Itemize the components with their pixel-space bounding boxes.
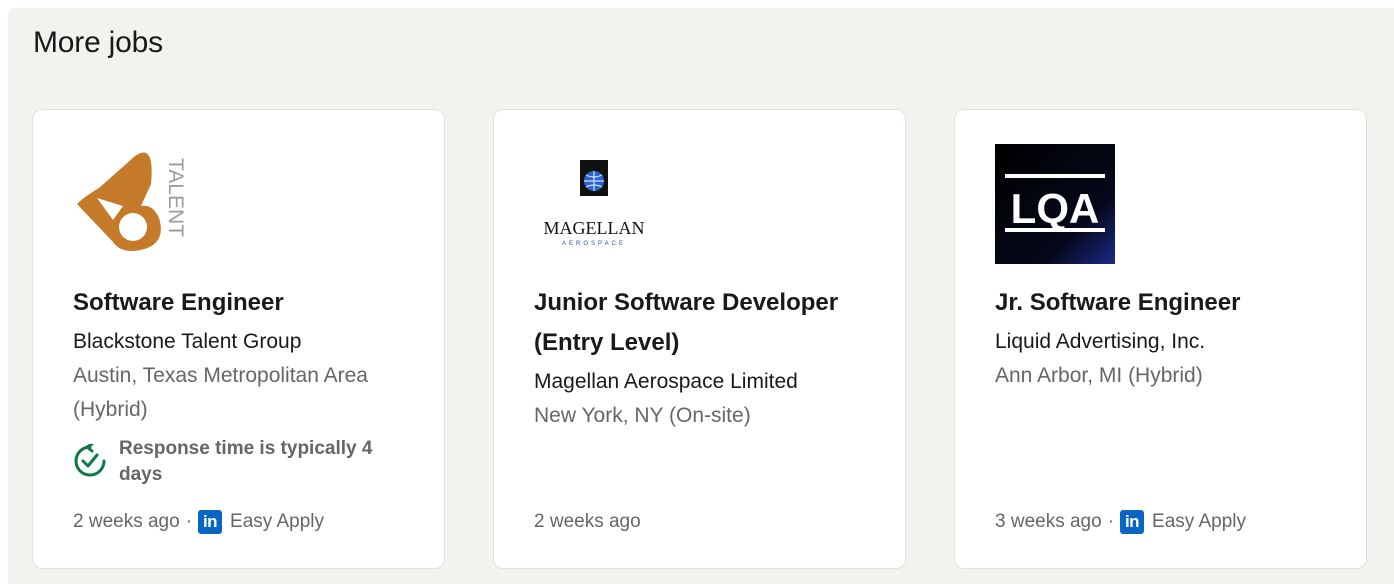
job-location: Austin, Texas Metropolitan Area (Hybrid)	[73, 364, 368, 421]
job-location: New York, NY (On-site)	[534, 404, 751, 427]
insight-text: Response time is typically 4 days	[119, 438, 373, 485]
svg-text:AEROSPACE: AEROSPACE	[562, 241, 626, 247]
linkedin-icon: in	[198, 510, 223, 534]
response-insight: Response time is typically 4 days	[73, 436, 413, 488]
posted-time: 2 weeks ago	[534, 511, 641, 532]
svg-text:LQA: LQA	[1011, 185, 1100, 232]
job-card[interactable]: TALENT Software Engineer Blackstone Tale…	[32, 109, 445, 569]
job-card[interactable]: MAGELLAN AEROSPACE Junior Software Devel…	[493, 109, 906, 569]
more-jobs-section: More jobs TALENT Software Engineer Black…	[8, 8, 1394, 584]
easy-apply-label: Easy Apply	[1152, 511, 1247, 532]
job-footer: 2 weeks ago · in Easy Apply	[73, 507, 324, 537]
svg-text:MAGELLAN: MAGELLAN	[544, 218, 645, 238]
job-footer: 3 weeks ago · in Easy Apply	[995, 507, 1246, 537]
svg-text:TALENT: TALENT	[164, 158, 187, 237]
company-name: Magellan Aerospace Limited	[534, 370, 798, 393]
section-title: More jobs	[33, 26, 163, 59]
posted-time: 3 weeks ago	[995, 511, 1102, 532]
blackstone-talent-logo: TALENT	[73, 144, 193, 264]
job-title[interactable]: Junior Software Developer (Entry Level)	[534, 283, 879, 363]
job-card[interactable]: LQA Jr. Software Engineer Liquid Adverti…	[954, 109, 1367, 569]
job-title[interactable]: Jr. Software Engineer	[995, 283, 1340, 323]
company-name: Liquid Advertising, Inc.	[995, 330, 1206, 353]
separator-dot: ·	[185, 511, 193, 532]
company-name: Blackstone Talent Group	[73, 330, 302, 353]
linkedin-icon: in	[1120, 510, 1145, 534]
lqa-logo: LQA	[995, 144, 1115, 264]
job-location: Ann Arbor, MI (Hybrid)	[995, 364, 1203, 387]
separator-dot: ·	[1107, 511, 1115, 532]
posted-time: 2 weeks ago	[73, 511, 180, 532]
job-title[interactable]: Software Engineer	[73, 283, 418, 323]
magellan-aerospace-logo: MAGELLAN AEROSPACE	[534, 144, 654, 264]
job-footer: 2 weeks ago	[534, 507, 641, 537]
easy-apply-label: Easy Apply	[230, 511, 325, 532]
response-time-icon	[74, 444, 106, 477]
